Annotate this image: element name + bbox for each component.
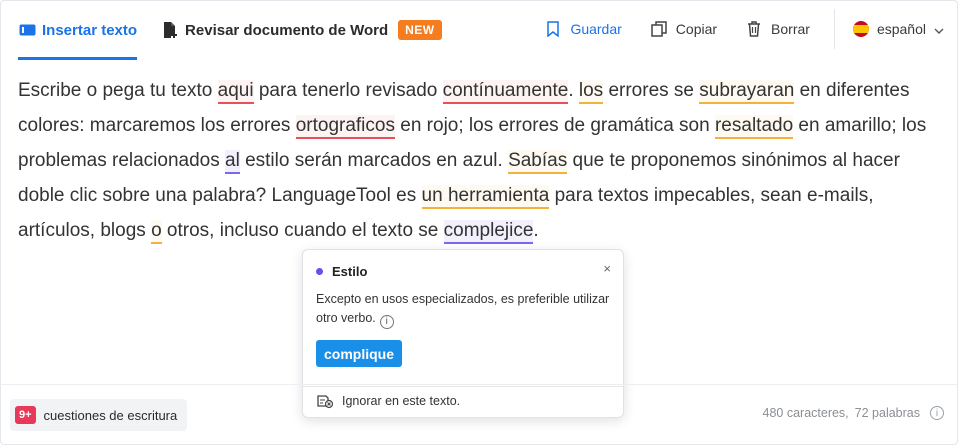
text-segment: en rojo; los errores de gramática son — [394, 115, 715, 136]
new-badge: NEW — [398, 20, 442, 40]
tab-review-word[interactable]: Revisar documento de Word NEW — [161, 0, 442, 60]
grammar-error[interactable]: resaltado — [714, 115, 794, 139]
chevron-down-icon — [934, 21, 944, 37]
ignore-button[interactable]: Ignorar en este texto. — [316, 393, 460, 409]
copy-button-label: Copiar — [675, 21, 718, 37]
text-stats: 480 caracteres, 72 palabras i — [762, 406, 944, 420]
save-button-label: Guardar — [570, 21, 622, 37]
tab-insert-text[interactable]: Insertar texto — [18, 0, 138, 60]
popup-message: Excepto en usos especializados, es prefe… — [316, 290, 612, 329]
text-editor[interactable]: Escribe o pega tu texto aqui para tenerl… — [18, 73, 938, 248]
grammar-error[interactable]: Sabías — [508, 150, 568, 174]
close-icon[interactable]: × — [603, 261, 611, 276]
style-error[interactable]: al — [225, 150, 240, 174]
text-segment: para tenerlo revisado — [253, 80, 443, 101]
text-segment: . — [568, 80, 579, 101]
tab-bar: Insertar texto Revisar documento de Word… — [18, 0, 466, 60]
issue-label: cuestiones de escritura — [43, 407, 178, 423]
issue-count-badge: 9+ — [15, 406, 36, 424]
ignore-label: Ignorar en este texto. — [342, 394, 461, 408]
save-button[interactable]: Guardar — [544, 20, 622, 38]
style-error[interactable]: complejice — [443, 220, 534, 244]
grammar-error[interactable]: subrayaran — [699, 80, 795, 104]
popup-category: Estilo — [332, 264, 368, 279]
spelling-error[interactable]: ortograficos — [295, 115, 395, 139]
text-segment: Escribe o pega tu texto — [18, 80, 218, 101]
tab-review-word-label: Revisar documento de Word — [185, 21, 389, 39]
delete-button[interactable]: Borrar — [745, 20, 810, 38]
delete-button-label: Borrar — [771, 21, 810, 37]
text-segment: otros, incluso cuando el texto se — [161, 220, 444, 241]
word-count: 72 palabras — [854, 406, 920, 420]
copy-icon — [650, 20, 668, 38]
writing-issues-button[interactable]: 9+ cuestiones de escritura — [10, 399, 188, 431]
grammar-error[interactable]: los — [578, 80, 604, 104]
popup-header: Estilo — [316, 264, 367, 279]
stats-info-icon[interactable]: i — [930, 406, 944, 420]
text-segment: errores se — [603, 80, 700, 101]
text-segment: . — [533, 220, 539, 241]
spelling-error[interactable]: contínuamente — [442, 80, 569, 104]
grammar-error[interactable]: un herramienta — [421, 185, 550, 209]
language-label: español — [876, 21, 926, 37]
footer-divider — [0, 384, 958, 385]
style-category-dot — [316, 268, 323, 275]
suggestion-popup: Estilo × Excepto en usos especializados,… — [302, 249, 624, 418]
grammar-error[interactable]: o — [151, 220, 162, 244]
document-add-icon — [161, 21, 179, 39]
text-segment: estilo serán marcados en azul. — [239, 150, 509, 171]
ignore-icon — [316, 393, 334, 409]
bookmark-icon — [544, 20, 562, 38]
copy-button[interactable]: Copiar — [650, 20, 717, 38]
toolbar-divider — [833, 9, 835, 49]
popup-divider — [303, 386, 623, 387]
tab-insert-text-label: Insertar texto — [42, 21, 138, 39]
character-count: 480 caracteres, — [762, 406, 849, 420]
spelling-error[interactable]: aqui — [217, 80, 254, 104]
text-input-icon — [18, 21, 36, 39]
info-icon[interactable]: i — [379, 314, 394, 329]
popup-message-text: Excepto en usos especializados, es prefe… — [316, 292, 610, 325]
spain-flag-icon — [852, 21, 869, 37]
language-select[interactable]: español — [852, 21, 944, 37]
trash-icon — [745, 20, 763, 38]
suggestion-button[interactable]: complique — [316, 340, 403, 367]
toolbar-actions: Guardar Copiar Borrar español — [516, 8, 944, 50]
